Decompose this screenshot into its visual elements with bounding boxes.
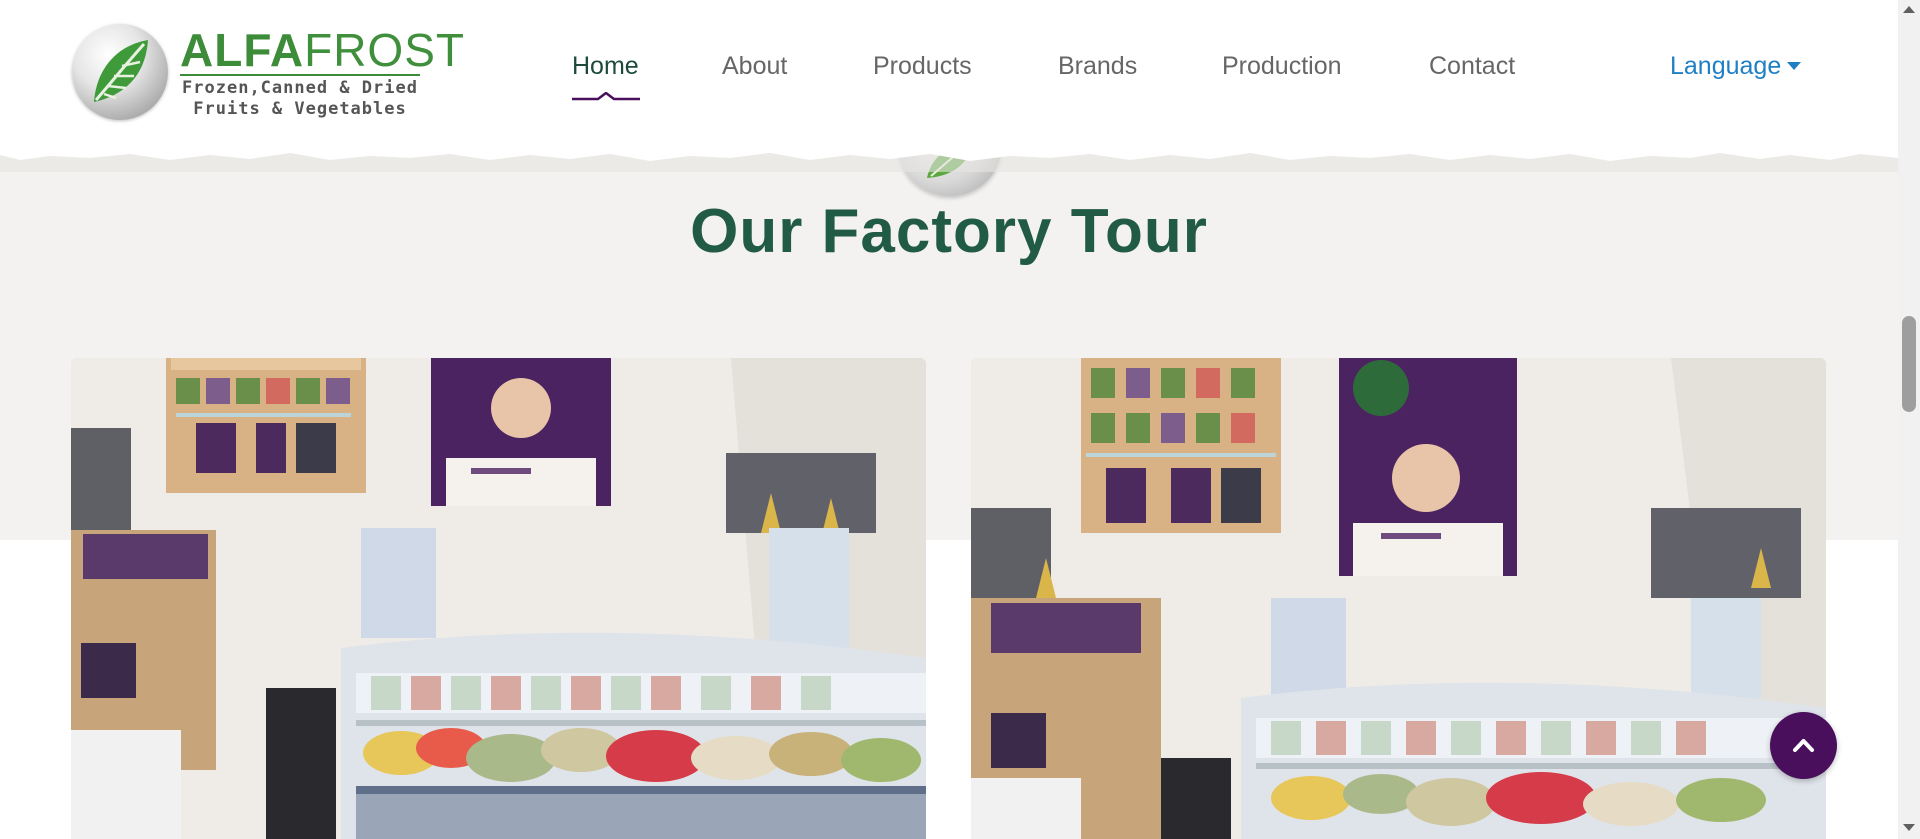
nav-home[interactable]: Home xyxy=(572,52,639,81)
back-to-top-button[interactable] xyxy=(1770,712,1837,779)
chevron-up-icon xyxy=(1793,739,1814,752)
nav-products[interactable]: Products xyxy=(873,52,972,81)
leaf-emblem-icon xyxy=(72,24,168,120)
booth-photo-illustration xyxy=(71,358,926,839)
language-dropdown[interactable]: Language xyxy=(1670,52,1802,81)
language-label: Language xyxy=(1670,52,1782,80)
nav-contact[interactable]: Contact xyxy=(1429,52,1515,81)
scrollbar-thumb[interactable] xyxy=(1902,316,1916,412)
factory-tour-photo-2[interactable] xyxy=(971,358,1826,839)
brand-divider xyxy=(180,74,420,76)
section-title: Our Factory Tour xyxy=(690,197,1208,266)
page-scrollbar[interactable] xyxy=(1898,0,1920,839)
tagline-line-1: Frozen,Canned & Dried xyxy=(182,78,418,98)
scroll-down-icon[interactable] xyxy=(1903,824,1915,831)
nav-about[interactable]: About xyxy=(722,52,787,81)
tagline-line-2: Fruits & Vegetables xyxy=(193,99,407,119)
scroll-up-icon[interactable] xyxy=(1903,6,1915,13)
factory-tour-photo-1[interactable] xyxy=(71,358,926,839)
nav-brands[interactable]: Brands xyxy=(1058,52,1137,81)
active-nav-indicator xyxy=(572,92,640,101)
logo[interactable]: ALFAFROST Frozen,Canned & Dried Fruits &… xyxy=(72,24,464,124)
booth-photo-illustration xyxy=(971,358,1826,839)
brand-tagline: Frozen,Canned & Dried Fruits & Vegetable… xyxy=(180,78,420,120)
caret-down-icon xyxy=(1787,62,1802,70)
site-header: ALFAFROST Frozen,Canned & Dried Fruits &… xyxy=(0,0,1898,150)
nav-production[interactable]: Production xyxy=(1222,52,1342,81)
brand-name: ALFAFROST xyxy=(180,24,465,76)
